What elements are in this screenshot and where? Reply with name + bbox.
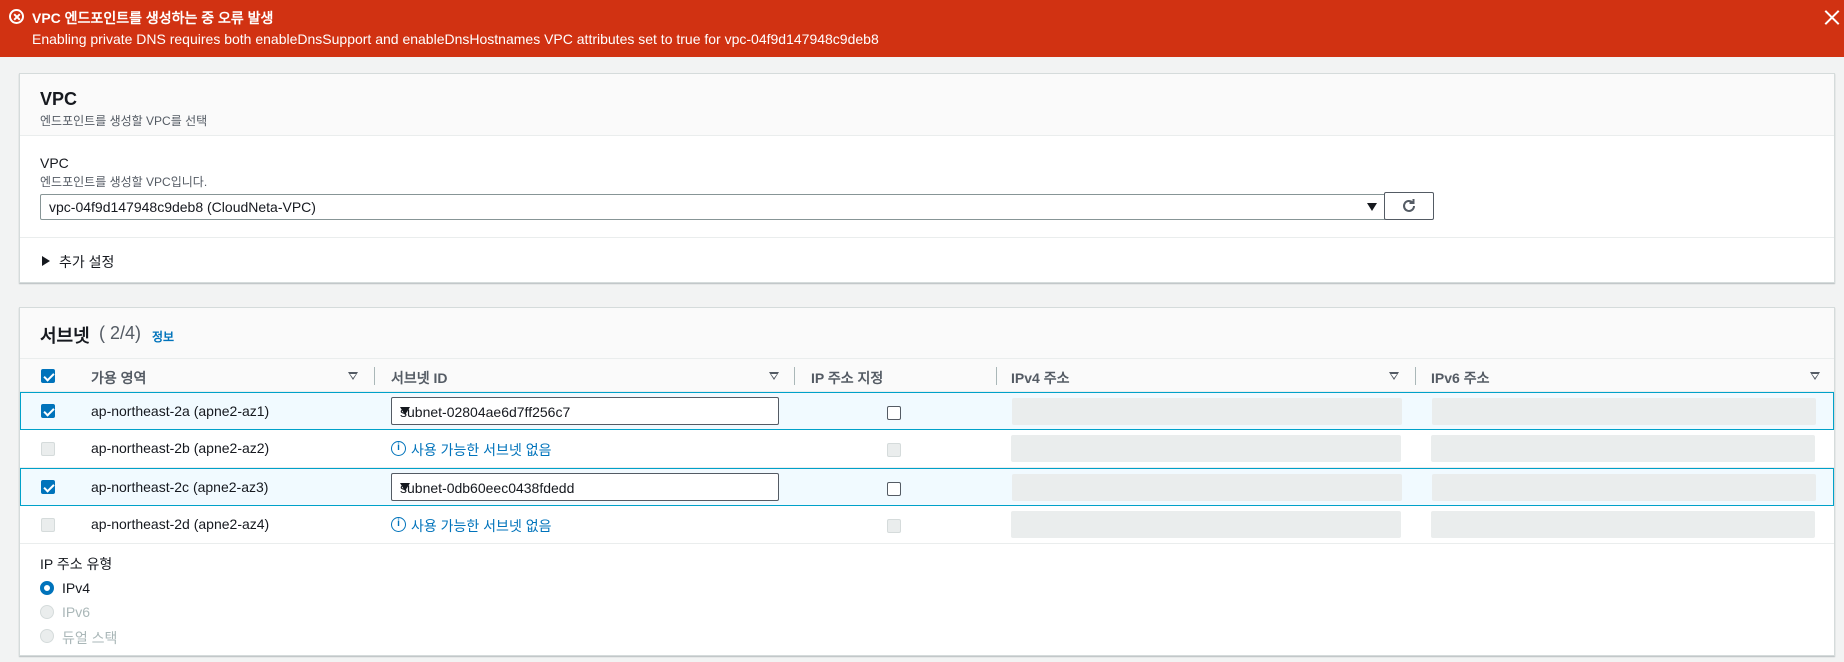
radio-ipv4[interactable] [40,581,54,595]
error-icon [9,9,24,24]
table-row[interactable]: ap-northeast-2c (apne2-az3) subnet-0db60… [20,468,1834,506]
ipv6-input[interactable] [1432,474,1816,501]
row-checkbox[interactable] [41,404,55,418]
row-az: ap-northeast-2a (apne2-az1) [91,403,270,419]
subnet-select-value: subnet-0db60eec0438fdedd [400,480,575,496]
col-header-subnet-id[interactable]: 서브넷 ID [391,368,448,388]
col-header-az[interactable]: 가용 영역 [91,368,146,388]
ipv4-input[interactable] [1012,398,1402,425]
ip-type-label: IP 주소 유형 [40,556,113,572]
caret-down-icon [400,483,410,491]
info-icon: i [391,517,406,532]
error-banner: VPC 엔드포인트를 생성하는 중 오류 발생 Enabling private… [0,0,1844,57]
column-divider [794,367,795,385]
filter-icon[interactable] [1389,372,1399,380]
vpc-panel-header: VPC 엔드포인트를 생성할 VPC를 선택 [20,74,1834,136]
ipv4-input[interactable] [1011,511,1401,538]
refresh-icon [1403,199,1415,212]
subnet-panel-header: 서브넷 ( 2/4) 정보 [20,308,1834,358]
subnet-section-title: 서브넷 [40,326,90,346]
subnet-select[interactable]: subnet-0db60eec0438fdedd [391,473,779,501]
subnet-select-value: subnet-02804ae6d7ff256c7 [400,404,571,420]
column-divider [1415,367,1416,385]
caret-right-icon [42,256,50,266]
row-checkbox[interactable] [41,480,55,494]
filter-icon[interactable] [348,372,358,380]
col-header-ipv4[interactable]: IPv4 주소 [1011,368,1069,388]
table-row[interactable]: ap-northeast-2d (apne2-az4) i 사용 가능한 서브넷… [20,506,1834,544]
vpc-field-label: VPC [40,155,69,171]
vpc-section-title: VPC [40,89,78,109]
no-subnet-text: 사용 가능한 서브넷 없음 [411,442,552,458]
banner-message: Enabling private DNS requires both enabl… [32,31,879,47]
ipv4-input[interactable] [1012,474,1402,501]
column-divider [996,367,997,385]
subnet-select[interactable]: subnet-02804ae6d7ff256c7 [391,397,779,425]
filter-icon[interactable] [1810,372,1820,380]
vpc-panel: VPC 엔드포인트를 생성할 VPC를 선택 VPC 엔드포인트를 생성할 VP… [19,73,1835,283]
vpc-select[interactable]: vpc-04f9d147948c9deb8 (CloudNeta-VPC) [40,194,1386,220]
refresh-button[interactable] [1384,192,1434,220]
caret-down-icon [1367,203,1377,211]
no-subnet-text: 사용 가능한 서브넷 없음 [411,518,552,534]
row-checkbox[interactable] [41,518,55,532]
radio-ipv4-label: IPv4 [62,580,91,596]
row-az: ap-northeast-2d (apne2-az4) [91,516,270,532]
ip-assign-checkbox[interactable] [887,443,901,457]
ip-assign-checkbox[interactable] [887,519,901,533]
row-az: ap-northeast-2b (apne2-az2) [91,440,270,456]
col-header-ip-assign[interactable]: IP 주소 지정 [811,368,883,388]
row-checkbox[interactable] [41,442,55,456]
radio-dualstack-label: 듀얼 스택 [62,630,118,646]
column-divider [374,367,375,385]
extra-settings-expander[interactable]: 추가 설정 [20,237,1834,283]
subnet-panel: 서브넷 ( 2/4) 정보 가용 영역 서브넷 ID IP 주소 지정 IPv4… [19,307,1835,656]
info-icon: i [391,441,406,456]
col-header-ipv6[interactable]: IPv6 주소 [1431,368,1489,388]
close-icon[interactable] [1820,6,1844,30]
subnet-count: ( 2/4) [99,323,142,343]
ip-assign-checkbox[interactable] [887,406,901,420]
vpc-section-description: 엔드포인트를 생성할 VPC를 선택 [40,114,208,128]
row-az: ap-northeast-2c (apne2-az3) [91,479,269,495]
extra-settings-label: 추가 설정 [59,254,115,270]
radio-ipv6-label: IPv6 [62,604,91,620]
info-link[interactable]: 정보 [152,328,174,345]
table-row[interactable]: ap-northeast-2a (apne2-az1) subnet-02804… [20,392,1834,430]
radio-ipv6[interactable] [40,605,54,619]
banner-title: VPC 엔드포인트를 생성하는 중 오류 발생 [32,10,274,26]
vpc-select-value: vpc-04f9d147948c9deb8 (CloudNeta-VPC) [49,199,316,215]
ipv6-input[interactable] [1431,435,1815,462]
ipv6-input[interactable] [1431,511,1815,538]
subnet-table-header: 가용 영역 서브넷 ID IP 주소 지정 IPv4 주소 IPv6 주소 [20,358,1834,392]
table-row[interactable]: ap-northeast-2b (apne2-az2) i 사용 가능한 서브넷… [20,430,1834,468]
vpc-field-description: 엔드포인트를 생성할 VPC입니다. [40,175,208,189]
filter-icon[interactable] [769,372,779,380]
ipv4-input[interactable] [1011,435,1401,462]
select-all-checkbox[interactable] [41,369,55,383]
ip-assign-checkbox[interactable] [887,482,901,496]
ipv6-input[interactable] [1432,398,1816,425]
caret-down-icon [400,407,410,415]
radio-dualstack[interactable] [40,629,54,643]
